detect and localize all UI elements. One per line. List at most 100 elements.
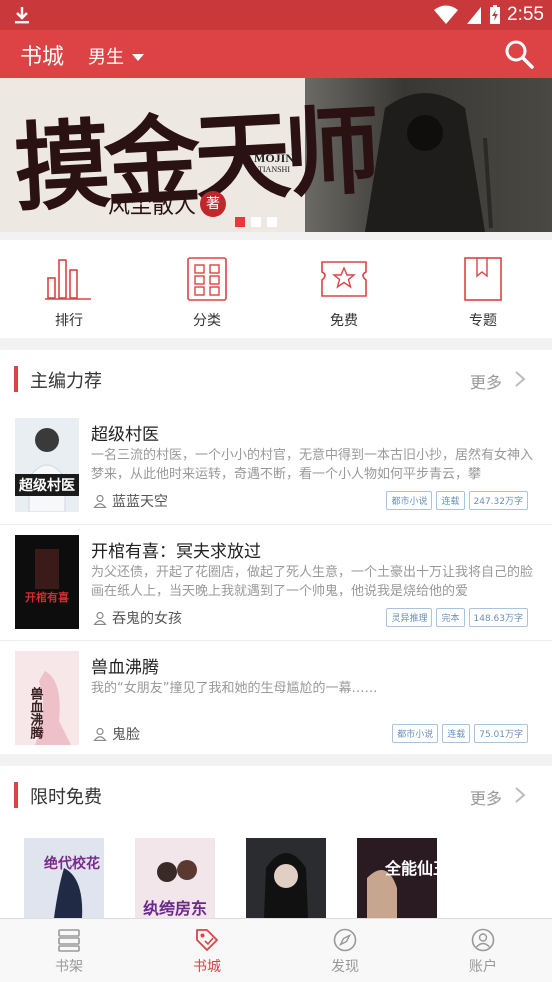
- compass-icon: [333, 928, 357, 952]
- free-book-cover[interactable]: 全能仙王: [357, 838, 437, 918]
- free-book-cover[interactable]: 绝代校花: [24, 838, 104, 918]
- cover-text: 兽血沸腾: [28, 686, 45, 740]
- banner-en-line1: MOJIN: [254, 151, 294, 165]
- tab-account[interactable]: 账户: [443, 927, 523, 976]
- tab-label: 账户: [469, 959, 497, 975]
- book-item[interactable]: 超级村医 超级村医 一名三流的村医，一个小小的村官，无意中得到一本古旧小抄，居然…: [0, 408, 552, 524]
- section-accent-bar: [14, 782, 18, 808]
- status-bar: 2:55: [0, 0, 552, 30]
- wordcount-tag: 247.32万字: [468, 491, 528, 510]
- author-seal: 著: [200, 191, 227, 217]
- book-author: 鬼脸: [93, 724, 140, 744]
- section-header: 主编力荐 更多: [0, 350, 552, 408]
- tab-discover[interactable]: 发现: [305, 927, 385, 976]
- book-tags: 都市小说 连载 75.01万字: [392, 724, 528, 743]
- author-name: 吞鬼的女孩: [112, 611, 182, 627]
- download-icon: [15, 7, 29, 24]
- book-title: 兽血沸腾: [91, 658, 159, 678]
- shortcut-category[interactable]: 分类: [152, 256, 262, 330]
- book-tags: 灵异推理 完本 148.63万字: [386, 608, 528, 627]
- book-title: 超级村医: [91, 425, 159, 445]
- bookshelf-icon: [58, 929, 80, 952]
- star-ticket-icon: [321, 261, 367, 297]
- tab-bookshelf[interactable]: 书架: [29, 927, 109, 976]
- shortcut-label: 分类: [193, 313, 221, 329]
- store-tag-icon: [196, 929, 218, 951]
- more-link[interactable]: 更多: [470, 785, 502, 809]
- tab-label: 发现: [331, 959, 359, 975]
- cover-text: 全能仙王: [384, 859, 437, 878]
- promo-banner[interactable]: 摸金天师 风尘散人 著 MOJIN TIANSHI: [0, 78, 552, 232]
- clock: 2:55: [507, 4, 544, 25]
- status-tag: 连载: [436, 491, 465, 510]
- book-cover: 超级村医: [15, 418, 79, 512]
- book-author: 吞鬼的女孩: [93, 608, 182, 628]
- banner-en-title: MOJIN TIANSHI: [254, 152, 294, 176]
- gender-selector[interactable]: 男生: [88, 43, 144, 69]
- grid-icon: [187, 257, 227, 301]
- category-shortcuts: 排行 分类 免费 专题: [0, 240, 552, 338]
- banner-en-line2: TIANSHI: [258, 165, 290, 174]
- pager-dot: [251, 217, 261, 227]
- section-title: 主编力荐: [30, 371, 102, 392]
- status-tag: 连载: [442, 724, 471, 743]
- author-name: 鬼脸: [112, 727, 140, 743]
- book-cover: 开棺有喜: [15, 535, 79, 629]
- free-book-row: 绝代校花 纨绔房东 全能仙王: [0, 826, 552, 918]
- banner-author-name: 风尘散人: [108, 194, 197, 219]
- battery-icon: [490, 5, 501, 24]
- account-icon: [471, 928, 495, 952]
- tab-label: 书架: [55, 959, 83, 975]
- section-header: 限时免费 更多: [0, 766, 552, 824]
- free-book-cover[interactable]: [246, 838, 326, 918]
- book-description: 我的“女朋友”撞见了我和她的生母尴尬的一幕……: [91, 681, 378, 696]
- search-icon[interactable]: [503, 38, 535, 70]
- user-icon: [93, 611, 107, 625]
- cover-text: 绝代校花: [44, 855, 100, 872]
- shortcut-free[interactable]: 免费: [289, 256, 399, 330]
- shortcut-label: 免费: [330, 313, 358, 329]
- shortcut-topic[interactable]: 专题: [428, 256, 538, 330]
- book-item[interactable]: 兽血沸腾 兽血沸腾 我的“女朋友”撞见了我和她的生母尴尬的一幕…… 鬼脸 都市小…: [0, 640, 552, 756]
- book-tags: 都市小说 连载 247.32万字: [386, 491, 528, 510]
- chevron-right-icon[interactable]: [512, 786, 528, 804]
- banner-author: 风尘散人 著: [108, 188, 227, 220]
- wordcount-tag: 75.01万字: [474, 724, 528, 743]
- bottom-tab-bar: 书架 书城 发现 账户: [0, 918, 552, 982]
- page-title: 书城: [20, 45, 65, 70]
- genre-tag: 灵异推理: [386, 608, 433, 627]
- tab-store[interactable]: 书城: [167, 927, 247, 976]
- tab-label: 书城: [193, 959, 221, 975]
- author-name: 蓝蓝天空: [112, 494, 168, 510]
- cover-text: 超级村医: [18, 477, 75, 494]
- cover-text: 纨绔房东: [143, 899, 207, 918]
- bookmark-icon: [464, 257, 502, 301]
- caret-down-icon: [132, 53, 144, 61]
- section-title: 限时免费: [30, 787, 102, 808]
- more-link[interactable]: 更多: [470, 369, 502, 393]
- shortcut-ranking[interactable]: 排行: [14, 256, 124, 330]
- book-description: 一名三流的村医，一个小小的村官，无意中得到一本古旧小抄，居然有女神入梦来，从此他…: [91, 448, 534, 482]
- book-title: 开棺有喜：冥夫求放过: [91, 542, 261, 562]
- free-book-cover[interactable]: 纨绔房东: [135, 838, 215, 918]
- featured-section: 主编力荐 更多 超级村医 超级村医 一名三流的村医，一个小小的村官，无意中得到一…: [0, 350, 552, 754]
- app-bar: 书城 男生: [0, 30, 552, 78]
- free-section: 限时免费 更多 绝代校花 纨绔房东 全能仙: [0, 766, 552, 918]
- book-cover: 兽血沸腾: [15, 651, 79, 745]
- wifi-icon: [434, 5, 459, 24]
- pager-dot: [267, 217, 277, 227]
- book-author: 蓝蓝天空: [93, 491, 168, 511]
- genre-tag: 都市小说: [392, 724, 439, 743]
- status-tag: 完本: [436, 608, 465, 627]
- chevron-right-icon[interactable]: [512, 370, 528, 388]
- book-description: 为父还债，开起了花圈店，做起了死人生意，一个土豪出十万让我将自己的脸画在纸人上，…: [91, 565, 534, 599]
- bar-chart-icon: [45, 259, 91, 300]
- gender-label: 男生: [88, 47, 124, 68]
- shortcut-label: 排行: [55, 313, 83, 329]
- book-item[interactable]: 开棺有喜 开棺有喜：冥夫求放过 为父还债，开起了花圈店，做起了死人生意，一个土豪…: [0, 524, 552, 640]
- shortcut-label: 专题: [469, 313, 497, 329]
- user-icon: [93, 494, 107, 508]
- wordcount-tag: 148.63万字: [468, 608, 528, 627]
- section-accent-bar: [14, 366, 18, 392]
- banner-pager: [235, 217, 277, 227]
